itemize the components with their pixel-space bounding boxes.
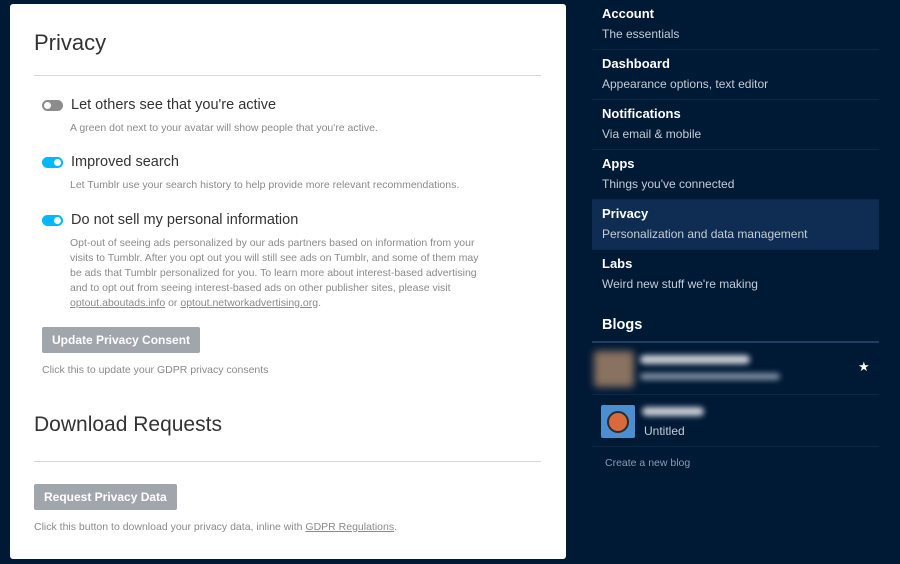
sidebar-item-title: Apps: [602, 156, 635, 171]
divider: [34, 461, 541, 462]
privacy-panel: Privacy Let others see that you're activ…: [10, 4, 566, 559]
setting-title: Improved search: [71, 154, 179, 170]
gdpr-regulations-link[interactable]: GDPR Regulations: [305, 521, 394, 533]
sidebar-item-title: Labs: [602, 256, 633, 271]
update-privacy-consent-button[interactable]: Update Privacy Consent: [42, 327, 201, 353]
blog-item-untitled[interactable]: Untitled: [592, 396, 879, 447]
networkadvertising-link[interactable]: optout.networkadvertising.org: [180, 297, 318, 309]
blog-avatar: [594, 351, 634, 387]
sidebar-item-apps[interactable]: Apps Things you've connected: [592, 150, 879, 200]
sidebar-item-title: Notifications: [602, 106, 681, 121]
toggle-knob: [54, 216, 61, 224]
active-status-toggle[interactable]: [42, 99, 63, 111]
sidebar-item-subtitle: Things you've connected: [602, 177, 735, 191]
sidebar-item-subtitle: The essentials: [602, 27, 680, 41]
settings-sidebar: Account The essentials Dashboard Appeara…: [592, 0, 879, 300]
consent-note: Click this to update your GDPR privacy c…: [42, 364, 269, 376]
blog-avatar: [601, 405, 635, 438]
sidebar-item-privacy[interactable]: Privacy Personalization and data managem…: [592, 200, 879, 250]
blog-title: Untitled: [644, 424, 685, 438]
divider: [34, 75, 541, 76]
setting-do-not-sell: Do not sell my personal information Opt-…: [42, 210, 482, 311]
blog-item-primary[interactable]: ★: [592, 343, 879, 395]
end-text: .: [318, 297, 322, 309]
improved-search-toggle[interactable]: [42, 156, 63, 168]
setting-description: Let Tumblr use your search history to he…: [70, 179, 460, 191]
description-text: Opt-out of seeing ads personalized by ou…: [70, 237, 479, 294]
blogs-heading: Blogs: [602, 317, 643, 333]
download-note-text: Click this button to download your priva…: [34, 521, 303, 533]
sidebar-item-title: Account: [602, 6, 654, 21]
request-privacy-data-button[interactable]: Request Privacy Data: [34, 484, 177, 510]
sidebar-item-title: Dashboard: [602, 56, 670, 71]
end-text: .: [394, 521, 398, 533]
sidebar-item-subtitle: Via email & mobile: [602, 127, 702, 141]
sidebar-item-subtitle: Personalization and data management: [602, 227, 808, 241]
settings-page: Privacy Let others see that you're activ…: [0, 0, 900, 564]
sidebar-item-subtitle: Weird new stuff we're making: [602, 277, 758, 291]
toggle-knob: [54, 158, 61, 166]
setting-active-status: Let others see that you're active A gree…: [42, 95, 482, 136]
sidebar-item-dashboard[interactable]: Dashboard Appearance options, text edito…: [592, 50, 879, 100]
setting-improved-search: Improved search Let Tumblr use your sear…: [42, 152, 482, 193]
create-new-blog-link[interactable]: Create a new blog: [605, 457, 690, 469]
privacy-title: Privacy: [34, 30, 107, 55]
star-icon: ★: [858, 359, 870, 374]
redacted-blog-name: [642, 407, 704, 416]
face-icon: [607, 411, 629, 433]
setting-description: Opt-out of seeing ads personalized by ou…: [70, 236, 482, 311]
sidebar-item-subtitle: Appearance options, text editor: [602, 77, 769, 91]
setting-description: A green dot next to your avatar will sho…: [70, 122, 378, 134]
do-not-sell-toggle[interactable]: [42, 214, 63, 226]
redacted-blog-title: [640, 373, 780, 380]
aboutads-link[interactable]: optout.aboutads.info: [70, 297, 165, 309]
sidebar-item-notifications[interactable]: Notifications Via email & mobile: [592, 100, 879, 150]
redacted-blog-name: [640, 355, 750, 364]
sidebar-item-labs[interactable]: Labs Weird new stuff we're making: [592, 250, 879, 300]
sidebar-item-account[interactable]: Account The essentials: [592, 0, 879, 50]
or-text: or: [168, 297, 178, 309]
setting-title: Let others see that you're active: [71, 97, 277, 113]
download-requests-title: Download Requests: [34, 413, 222, 436]
sidebar-item-title: Privacy: [602, 206, 649, 221]
download-note: Click this button to download your priva…: [34, 521, 397, 533]
setting-title: Do not sell my personal information: [71, 212, 299, 228]
toggle-knob: [44, 101, 51, 109]
